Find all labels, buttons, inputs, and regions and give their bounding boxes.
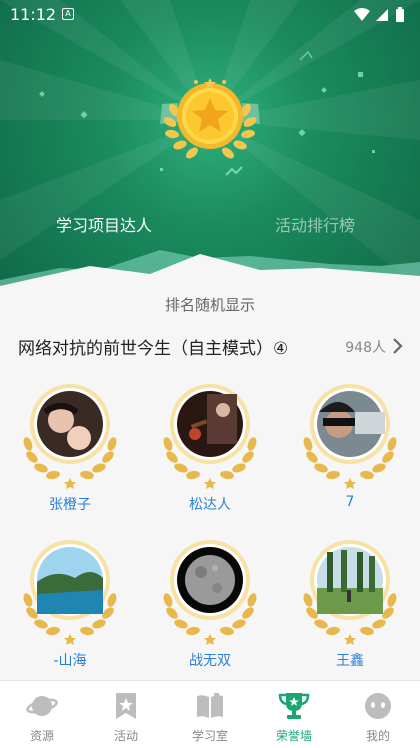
wifi-icon (354, 8, 370, 21)
tab-label: 资源 (29, 729, 54, 743)
mountain-divider (0, 250, 420, 290)
system-status-icons (354, 7, 404, 22)
avatar-wreath (163, 384, 257, 489)
tab-honor-wall[interactable]: 荣誉墙 (252, 681, 336, 748)
avatar-wreath (303, 540, 397, 645)
tab-activity-ranking[interactable]: 活动排行榜 (275, 212, 355, 236)
signal-icon (376, 9, 388, 21)
member-card[interactable]: 战无双 (155, 538, 265, 678)
hero-tabs: 学习项目达人 活动排行榜 (0, 208, 420, 238)
member-card[interactable]: 7 (295, 382, 405, 522)
status-time: 11:12 (10, 5, 57, 24)
notification-icon: A (62, 8, 74, 20)
member-name[interactable]: 松达人 (155, 494, 265, 514)
battery-icon (396, 9, 404, 22)
member-card[interactable]: -山海 (15, 538, 125, 678)
hero-banner: 11:12 A 学习项目达人 活动排行榜 (0, 0, 420, 290)
tab-label: 活动 (113, 729, 138, 743)
member-card[interactable]: 松达人 (155, 382, 265, 522)
status-bar: 11:12 A (0, 0, 420, 30)
honor-content: 排名随机显示 网络对抗的前世今生（自主模式）④ 948人 张橙子 松达人 7 -… (0, 286, 420, 680)
avatar-wreath (23, 540, 117, 645)
avatar-wreath (303, 384, 397, 489)
bottom-tab-bar: 资源 活动 学习室 荣誉墙 我的 (0, 680, 420, 748)
random-order-hint: 排名随机显示 (164, 296, 255, 314)
chevron-right-icon[interactable] (392, 337, 404, 355)
tab-study-room[interactable]: 学习室 (168, 681, 252, 748)
avatar-wreath (163, 540, 257, 645)
tab-learning-experts[interactable]: 学习项目达人 (56, 212, 152, 236)
planet-icon (26, 696, 58, 716)
bookmark-star-icon (116, 693, 136, 719)
avatar-wreath (23, 384, 117, 489)
tab-label: 我的 (365, 729, 390, 743)
book-icon (197, 693, 223, 718)
face-icon (365, 693, 391, 719)
member-card[interactable]: 王鑫 (295, 538, 405, 678)
tab-mine[interactable]: 我的 (336, 681, 420, 748)
tab-resources[interactable]: 资源 (0, 681, 84, 748)
participant-count: 948人 (345, 340, 386, 356)
member-name[interactable]: 王鑫 (295, 650, 405, 670)
member-name[interactable]: 7 (295, 494, 405, 510)
member-card[interactable]: 张橙子 (15, 382, 125, 522)
member-name[interactable]: 张橙子 (15, 494, 125, 514)
tab-label: 荣誉墙 (275, 729, 312, 743)
trophy-icon (278, 693, 310, 719)
project-row[interactable]: 网络对抗的前世今生（自主模式）④ 948人 (18, 334, 404, 360)
member-name[interactable]: 战无双 (155, 650, 265, 670)
member-name[interactable]: -山海 (15, 650, 125, 670)
tab-label: 学习室 (191, 729, 228, 743)
star-medal-icon (154, 78, 266, 159)
project-title: 网络对抗的前世今生（自主模式）④ (18, 339, 289, 359)
tab-activities[interactable]: 活动 (84, 681, 168, 748)
